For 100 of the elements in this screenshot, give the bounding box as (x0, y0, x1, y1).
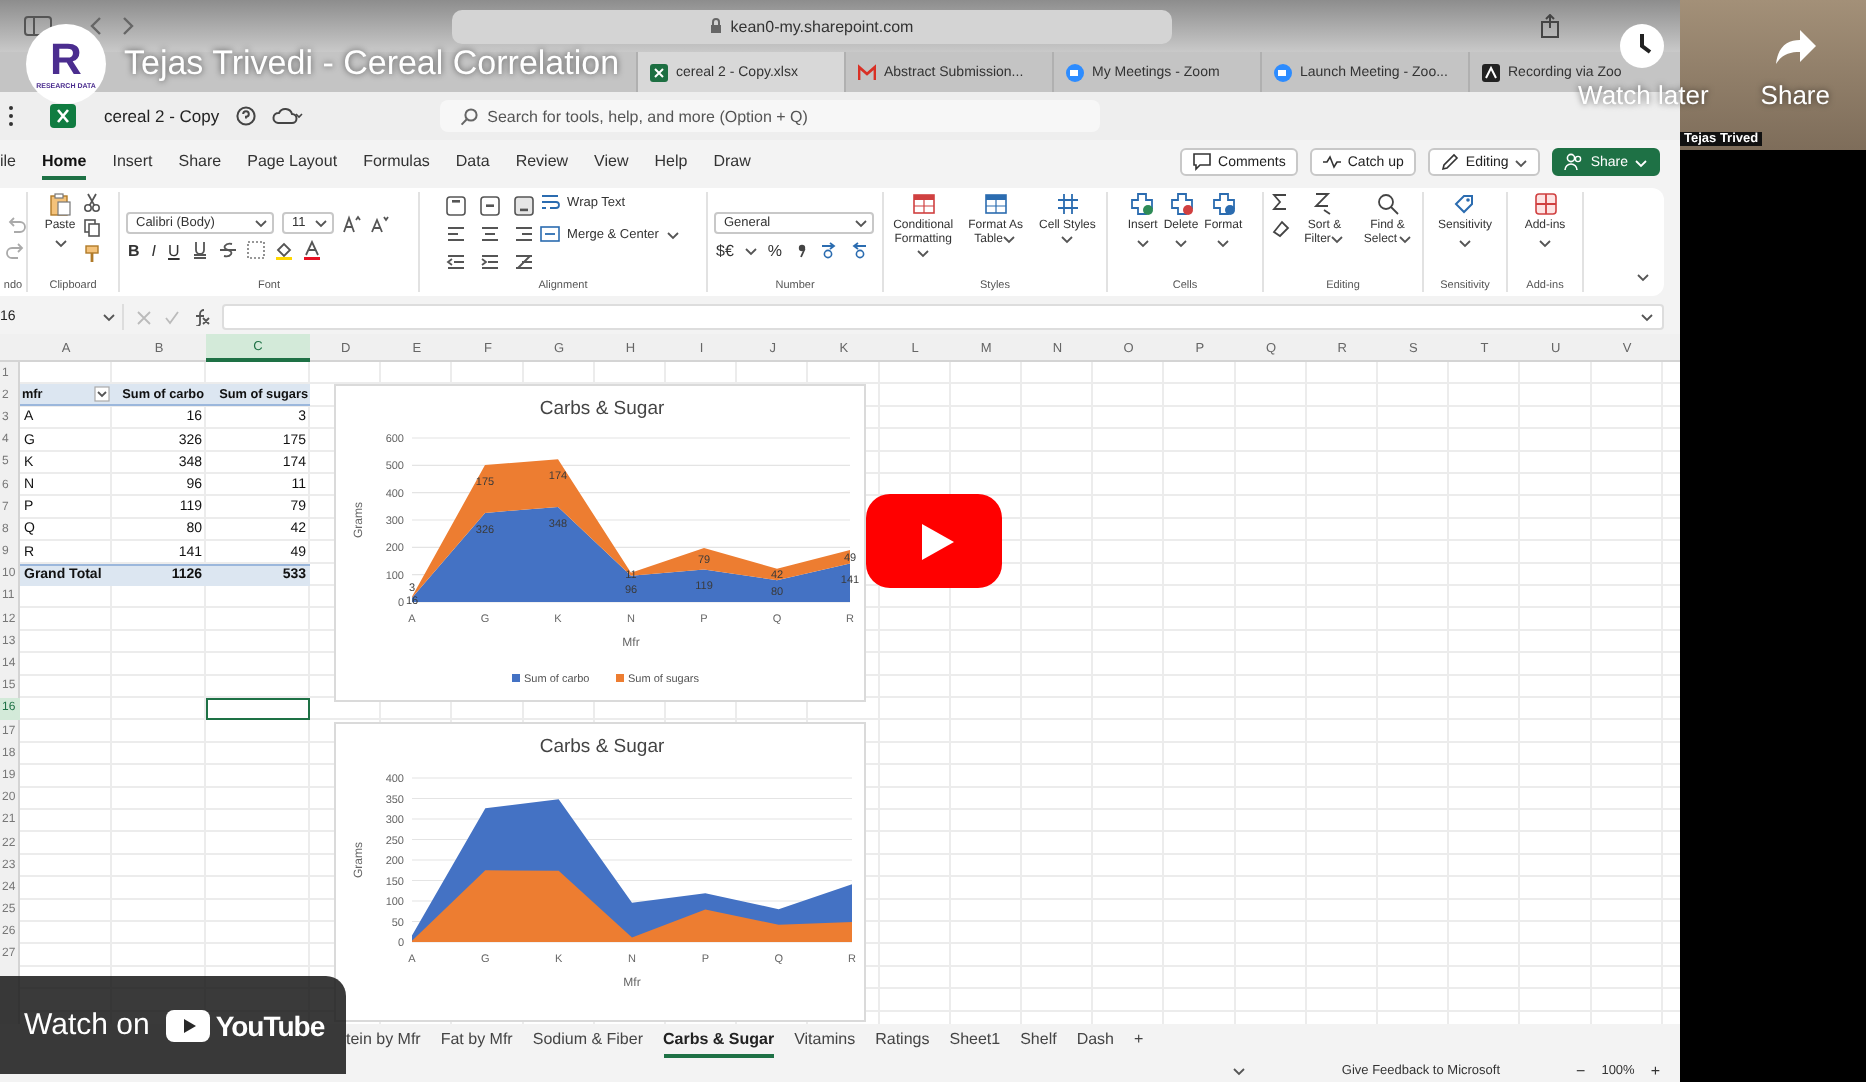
app-launcher-icon[interactable] (8, 104, 14, 128)
double-underline-icon[interactable] (189, 240, 210, 260)
address-bar[interactable]: kean0-my.sharepoint.com (452, 9, 1172, 43)
clock-icon (1619, 24, 1668, 68)
borders-icon[interactable] (245, 240, 266, 260)
format-cells-icon (1211, 192, 1236, 216)
menu-tab[interactable]: Formulas (363, 144, 430, 180)
copy-icon[interactable] (81, 218, 102, 238)
pulse-icon (1321, 152, 1342, 172)
file-name[interactable]: cereal 2 - Copy (104, 106, 220, 126)
increase-decimal-icon[interactable] (820, 240, 841, 260)
percent-format-button[interactable]: % (765, 241, 785, 259)
font-style-button[interactable]: U (166, 241, 182, 259)
selected-cell[interactable] (206, 697, 310, 720)
align-bottom-icon[interactable] (513, 196, 534, 216)
font-style-button[interactable]: I (149, 241, 159, 259)
sheet-tab[interactable]: Ratings (875, 1024, 930, 1058)
share-icon (1771, 24, 1820, 68)
video-camera-icon (1066, 63, 1084, 81)
caret-icon (916, 247, 931, 258)
video-action-button[interactable]: Share (1760, 24, 1830, 110)
sum-icon[interactable] (1270, 192, 1290, 212)
caret-icon (1538, 237, 1552, 248)
comment-icon (1192, 152, 1213, 172)
decrease-decimal-icon[interactable] (848, 240, 869, 260)
menu-tab[interactable]: Insert (112, 144, 153, 180)
menu-tab[interactable]: Page Layout (247, 144, 338, 180)
chart-title: Carbs & Sugar (539, 736, 665, 758)
align-center-icon[interactable] (479, 224, 500, 244)
forward-icon[interactable] (120, 16, 136, 36)
increase-indent-icon[interactable] (479, 252, 500, 272)
merge-cells-icon (539, 224, 560, 244)
sheet-tab[interactable]: Dash (1076, 1024, 1115, 1058)
video-camera-icon (1274, 63, 1292, 81)
align-left-icon[interactable] (445, 224, 466, 244)
play-button[interactable] (866, 494, 1002, 588)
tag-icon (1452, 192, 1477, 216)
eraser-icon[interactable] (1270, 218, 1290, 238)
menu-tab[interactable]: Review (515, 144, 569, 180)
triangle-icon (1482, 63, 1500, 81)
zoom-in-button[interactable]: + (1650, 1061, 1660, 1079)
back-icon[interactable] (88, 16, 104, 36)
caret-icon (1174, 237, 1188, 248)
grow-font-icon[interactable] (342, 213, 362, 233)
spreadsheet-icon (650, 63, 668, 81)
function-icon[interactable] (192, 308, 210, 326)
search-field[interactable]: Search for tools, help, and more (Option + Q) (439, 100, 1100, 132)
menu-tab[interactable]: Data (455, 144, 490, 180)
caret-icon (1002, 233, 1017, 244)
watch-on-youtube-button[interactable]: Watch on YouTube (0, 976, 346, 1074)
decrease-indent-icon[interactable] (445, 252, 466, 272)
sheet-tab[interactable]: Shelf (1020, 1024, 1057, 1058)
fill-color-icon[interactable] (273, 240, 294, 260)
play-logo-icon (165, 1009, 210, 1041)
shrink-font-icon[interactable] (370, 213, 390, 233)
excel-logo-icon (50, 104, 76, 128)
menu-tab[interactable]: Home (42, 144, 87, 180)
caret-icon (666, 229, 681, 239)
filter-dropdown-icon[interactable] (94, 386, 110, 403)
mail-icon (858, 63, 876, 81)
cloud-icon[interactable] (271, 106, 304, 126)
sheet-tab[interactable]: Vitamins (794, 1024, 856, 1058)
caret-icon (1634, 157, 1648, 167)
align-right-icon[interactable] (513, 224, 534, 244)
chevron-down-icon[interactable] (1640, 312, 1654, 322)
strikethrough-icon[interactable] (217, 240, 238, 260)
search-icon (1375, 192, 1400, 216)
menu-tab[interactable]: Help (654, 144, 688, 180)
brush-icon[interactable] (81, 244, 102, 264)
grid-icon (1055, 192, 1080, 216)
chevron-down-icon[interactable] (1636, 272, 1652, 284)
text-orientation-icon[interactable] (513, 252, 534, 272)
pencil-icon (1439, 152, 1460, 172)
sheet-tab[interactable]: + (1134, 1024, 1144, 1058)
align-middle-icon[interactable] (479, 196, 500, 216)
zoom-out-button[interactable]: − (1576, 1061, 1586, 1079)
caret-icon (743, 245, 758, 255)
align-top-icon[interactable] (445, 196, 466, 216)
caret-icon (314, 218, 328, 228)
caret-icon (102, 312, 116, 322)
sheet-tab[interactable]: Sodium & Fiber (532, 1024, 643, 1058)
menu-tab[interactable]: Draw (713, 144, 751, 180)
help-icon[interactable] (235, 106, 256, 126)
insert-cells-icon (1130, 192, 1155, 216)
wrap-text-icon (539, 192, 560, 212)
menu-tab[interactable]: View (594, 144, 629, 180)
caret-icon (254, 218, 268, 228)
scissors-icon[interactable] (81, 192, 102, 212)
sheet-tab[interactable]: Fat by Mfr (440, 1024, 513, 1058)
checkmark-icon[interactable] (164, 309, 180, 325)
formula-input[interactable] (222, 304, 1664, 330)
sheet-tab[interactable]: Sheet1 (949, 1024, 1001, 1058)
font-style-button[interactable]: B (126, 241, 142, 259)
menu-tab[interactable]: Share (178, 144, 222, 180)
sheet-tab[interactable]: tein by Mfr (346, 1024, 421, 1058)
currency-format-button[interactable]: $€ (714, 241, 736, 259)
font-color-icon[interactable] (301, 240, 322, 260)
menu-tab[interactable]: ile (0, 144, 17, 180)
share-icon[interactable] (1540, 14, 1560, 38)
play-icon (922, 523, 954, 559)
